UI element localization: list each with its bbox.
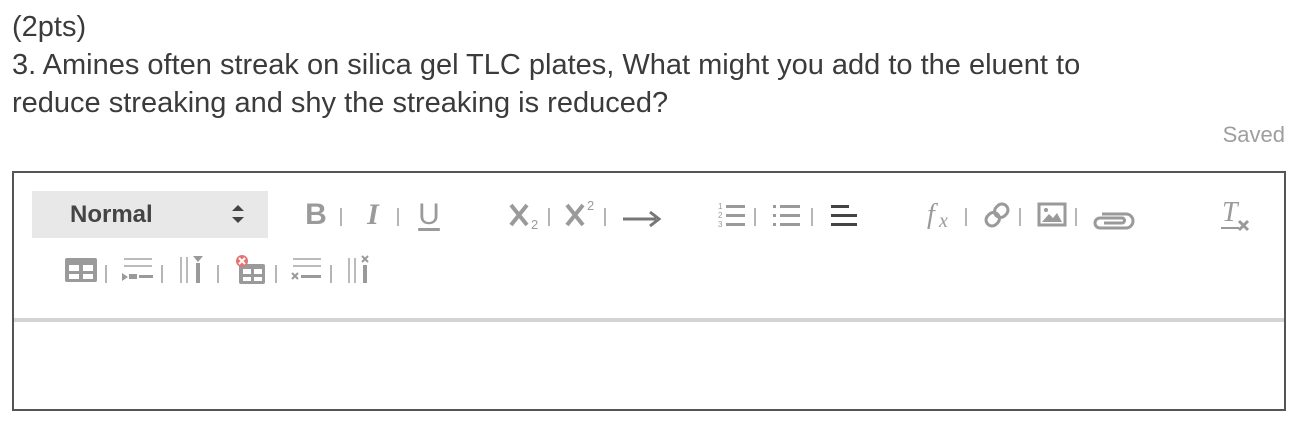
svg-text:f: f	[927, 199, 938, 230]
insert-row-button[interactable]	[119, 253, 155, 287]
indent-button[interactable]	[620, 201, 664, 237]
subscript-button[interactable]: 2	[508, 195, 544, 235]
image-icon	[1037, 202, 1067, 227]
toolbar-separator	[811, 208, 813, 226]
delete-row-icon	[291, 258, 321, 280]
numbered-list-icon: 1 2 3	[718, 202, 745, 229]
align-left-button[interactable]	[827, 197, 861, 233]
insert-table-icon	[65, 258, 97, 282]
toolbar-separator	[330, 265, 332, 283]
toolbar-separator	[1075, 208, 1077, 226]
bulleted-list-icon	[773, 205, 800, 226]
saved-status: Saved	[1222, 122, 1285, 147]
align-left-icon	[831, 205, 857, 226]
answer-text-area[interactable]	[14, 322, 1284, 409]
formula-icon: f x	[927, 199, 948, 232]
svg-text:2: 2	[531, 217, 538, 232]
numbered-list-button[interactable]: 1 2 3	[715, 197, 749, 233]
paragraph-format-value: Normal	[70, 201, 153, 228]
insert-column-icon	[180, 256, 203, 283]
svg-text:2: 2	[587, 198, 594, 213]
toolbar-separator	[1019, 208, 1021, 226]
insert-column-button[interactable]	[175, 253, 211, 287]
rich-text-editor: Normal B I U 2 2 1 2 3 f x T	[12, 171, 1286, 411]
attachment-icon	[1093, 212, 1135, 230]
toolbar-separator	[275, 265, 277, 283]
link-icon	[984, 202, 1010, 228]
question-points: (2pts)	[12, 11, 87, 43]
toolbar-separator	[754, 208, 756, 226]
delete-column-icon	[348, 255, 369, 283]
toolbar-separator	[604, 208, 606, 226]
link-button[interactable]	[980, 197, 1014, 233]
clear-formatting-button[interactable]: T	[1215, 195, 1255, 235]
underline-icon: U	[418, 198, 440, 231]
paragraph-format-select[interactable]: Normal	[32, 191, 268, 238]
toolbar-separator	[161, 265, 163, 283]
toolbar-separator	[217, 265, 219, 283]
indent-arrow-icon	[623, 210, 662, 228]
bold-button[interactable]: B	[301, 193, 331, 237]
toolbar-separator	[548, 208, 550, 226]
question-line-2: reduce streaking and shy the streaking i…	[12, 87, 669, 119]
delete-row-button[interactable]	[289, 253, 325, 287]
editor-toolbar: Normal B I U 2 2 1 2 3 f x T	[14, 173, 1284, 322]
superscript-icon: 2	[565, 198, 594, 227]
superscript-button[interactable]: 2	[564, 193, 600, 233]
question-line-1: 3. Amines often streak on silica gel TLC…	[12, 49, 1081, 81]
svg-text:x: x	[938, 210, 948, 232]
svg-text:2: 2	[718, 211, 723, 220]
clear-formatting-icon: T	[1221, 197, 1250, 232]
underline-button[interactable]: U	[414, 193, 444, 237]
bulleted-list-button[interactable]	[770, 197, 804, 233]
delete-table-icon	[236, 255, 265, 284]
updown-arrows-icon	[232, 205, 244, 223]
italic-button[interactable]: I	[358, 193, 388, 237]
attachment-button[interactable]	[1091, 199, 1137, 239]
toolbar-separator	[340, 208, 342, 226]
question-text: (2pts) 3. Amines often streak on silica …	[12, 8, 1292, 122]
svg-text:3: 3	[718, 220, 723, 229]
bold-icon: B	[305, 198, 327, 231]
delete-table-button[interactable]	[231, 253, 271, 289]
delete-column-button[interactable]	[344, 253, 380, 287]
toolbar-separator	[105, 265, 107, 283]
italic-icon: I	[367, 198, 379, 231]
toolbar-separator	[397, 208, 399, 226]
image-button[interactable]	[1035, 197, 1069, 233]
toolbar-separator	[965, 208, 967, 226]
insert-row-icon	[122, 258, 153, 281]
formula-button[interactable]: f x	[925, 195, 961, 235]
svg-text:T: T	[1222, 197, 1240, 228]
svg-text:1: 1	[718, 202, 723, 211]
subscript-icon: 2	[509, 203, 538, 232]
insert-table-button[interactable]	[63, 253, 99, 287]
